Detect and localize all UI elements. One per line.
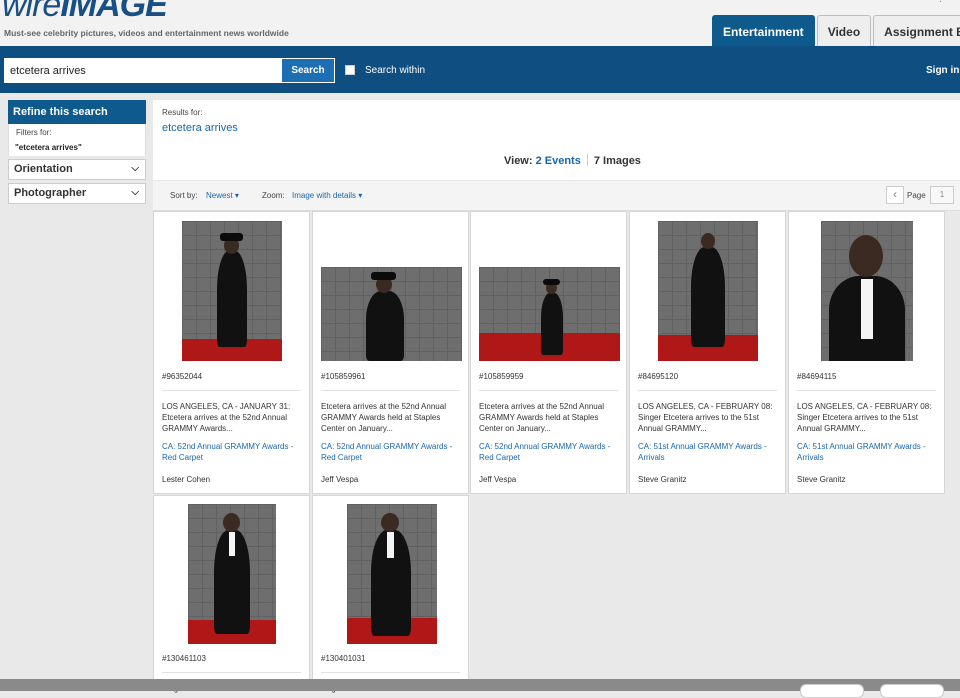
view-divider <box>586 154 588 166</box>
tab-video[interactable]: Video <box>816 15 872 46</box>
refine-sidebar: Refine this search Filters for: "etceter… <box>8 100 146 204</box>
sort-dropdown[interactable]: Newest ▾ <box>206 191 239 200</box>
image-caption: LOS ANGELES, CA - FEBRUARY 08: Singer Et… <box>797 402 932 433</box>
prev-page-button[interactable]: ‹ <box>886 186 904 204</box>
image-id: #84695120 <box>638 372 679 381</box>
image-card[interactable]: #84695120 LOS ANGELES, CA - FEBRUARY 08:… <box>629 211 786 494</box>
zoom-dropdown[interactable]: Image with details ▾ <box>292 191 362 200</box>
facet-label: Orientation <box>14 163 73 175</box>
image-card[interactable]: #105859959 Etcetera arrives at the 52nd … <box>470 211 627 494</box>
photographer-name: Steve Granitz <box>797 475 846 484</box>
chevron-down-icon: ⌵ <box>131 163 139 174</box>
zoom-label: Zoom: <box>262 191 285 200</box>
card-divider <box>321 672 460 673</box>
card-divider <box>638 390 777 391</box>
facet-photographer[interactable]: Photographer ⌵ <box>8 183 146 204</box>
bottom-button[interactable] <box>800 684 864 698</box>
view-switcher: View: 2 Events 7 Images <box>504 154 641 167</box>
search-input[interactable] <box>4 58 281 83</box>
image-card[interactable]: #130461103 Singer Etcetera arrives to th… <box>153 495 310 693</box>
image-id: #105859961 <box>321 372 366 381</box>
image-id: #105859959 <box>479 372 524 381</box>
image-card[interactable]: #105859961 Etcetera arrives at the 52nd … <box>312 211 469 494</box>
photo-thumbnail[interactable] <box>479 267 620 361</box>
refine-title: Refine this search <box>8 100 146 124</box>
view-events-link[interactable]: 2 Events <box>536 155 581 167</box>
chevron-down-icon: ⌵ <box>131 187 139 198</box>
view-images: 7 Images <box>593 155 641 167</box>
photo-thumbnail[interactable] <box>321 267 462 361</box>
image-caption: Etcetera arrives at the 52nd Annual GRAM… <box>321 402 446 433</box>
event-link[interactable]: CA: 51st Annual GRAMMY Awards - Arrivals <box>638 441 779 463</box>
event-link[interactable]: CA: 52nd Annual GRAMMY Awards - Red Carp… <box>321 441 462 463</box>
card-divider <box>321 390 460 391</box>
results-label: Results for: <box>162 108 203 117</box>
sign-in-link[interactable]: Sign in <box>926 65 959 76</box>
photo-thumbnail[interactable] <box>188 504 276 644</box>
main-tabs: Entertainment Video Assignment B <box>712 15 960 46</box>
photo-thumbnail[interactable] <box>182 221 282 361</box>
page-number-input[interactable]: 1 <box>930 186 954 204</box>
results-query: etcetera arrives <box>162 122 238 134</box>
photo-thumbnail[interactable] <box>658 221 758 361</box>
filters-box: Filters for: "etcetera arrives" <box>8 124 146 156</box>
wireimage-logo[interactable]: wireIMAGE <box>2 0 168 22</box>
site-tagline: Must-see celebrity pictures, videos and … <box>4 28 289 38</box>
image-id: #84694115 <box>797 372 837 381</box>
card-divider <box>162 672 301 673</box>
site-header: wireIMAGE Must-see celebrity pictures, v… <box>0 0 960 46</box>
image-id: #130401031 <box>321 654 366 663</box>
image-caption: LOS ANGELES, CA - FEBRUARY 08: Singer Et… <box>638 402 773 433</box>
search-within-label: Search within <box>365 65 426 76</box>
search-button[interactable]: Search <box>281 58 335 83</box>
photographer-name: Jeff Vespa <box>321 475 359 484</box>
image-caption: LOS ANGELES, CA - JANUARY 31: Etcetera a… <box>162 402 291 433</box>
event-link[interactable]: CA: 52nd Annual GRAMMY Awards - Red Carp… <box>162 441 303 463</box>
photo-thumbnail[interactable] <box>347 504 437 644</box>
results-header: Results for: etcetera arrives View: 2 Ev… <box>153 100 960 180</box>
help-icon[interactable]: ? <box>938 0 948 5</box>
image-id: #96352044 <box>162 372 203 381</box>
bottom-button[interactable] <box>880 684 944 698</box>
sort-label: Sort by: <box>170 191 198 200</box>
photographer-name: Jeff Vespa <box>479 475 517 484</box>
image-caption: Etcetera arrives at the 52nd Annual GRAM… <box>479 402 604 433</box>
photo-thumbnail[interactable] <box>821 221 913 361</box>
chevron-left-icon: ‹ <box>893 187 897 201</box>
sort-bar: Sort by: Newest ▾ Zoom: Image with detai… <box>153 181 960 211</box>
card-divider <box>797 390 936 391</box>
event-link[interactable]: CA: 51st Annual GRAMMY Awards - Arrivals <box>797 441 938 463</box>
filters-value: "etcetera arrives" <box>15 143 82 152</box>
page-label: Page <box>907 191 926 200</box>
tab-entertainment[interactable]: Entertainment <box>712 15 815 46</box>
search-bar: Search Search within Sign in <box>0 46 960 93</box>
tab-assignment[interactable]: Assignment B <box>873 15 960 46</box>
card-divider <box>162 390 301 391</box>
filters-label: Filters for: <box>16 128 52 137</box>
image-card[interactable]: #130401031 singer Etcetera arrives at th… <box>312 495 469 693</box>
facet-orientation[interactable]: Orientation ⌵ <box>8 159 146 180</box>
photographer-name: Lester Cohen <box>162 475 211 484</box>
card-divider <box>479 390 618 391</box>
photographer-name: Steve Granitz <box>638 475 687 484</box>
search-within-checkbox[interactable] <box>345 65 355 75</box>
event-link[interactable]: CA: 52nd Annual GRAMMY Awards - Red Carp… <box>479 441 620 463</box>
caret-down-icon: ▾ <box>234 191 239 200</box>
caret-down-icon: ▾ <box>358 191 363 200</box>
image-card[interactable]: #84694115 LOS ANGELES, CA - FEBRUARY 08:… <box>788 211 945 494</box>
image-id: #130461103 <box>162 654 206 663</box>
image-card[interactable]: #96352044 LOS ANGELES, CA - JANUARY 31: … <box>153 211 310 494</box>
view-label: View: <box>504 155 533 167</box>
facet-label: Photographer <box>14 187 87 199</box>
